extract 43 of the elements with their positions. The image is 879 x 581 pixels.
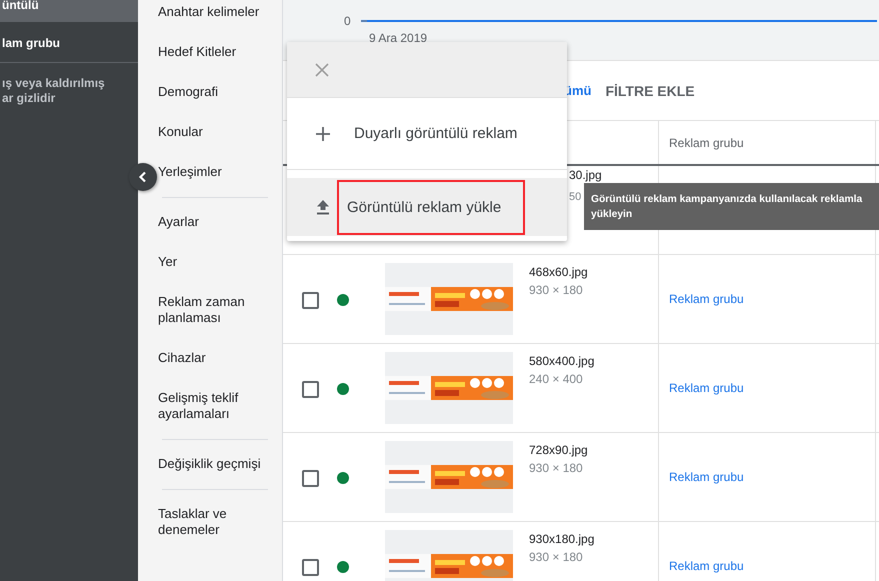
ad-group-link[interactable]: Reklam grubu [669, 559, 744, 573]
nav-link[interactable]: Konular [158, 124, 268, 140]
menu-item[interactable]: Görüntülü reklam yükle [287, 178, 567, 236]
file-name: 580x400.jpg [529, 353, 594, 370]
nav-link[interactable]: Yerleşimler [158, 164, 268, 180]
axis-label: 9 Ara 2019 [369, 31, 428, 45]
nav-link[interactable]: Gelişmiş teklif ayarlamaları [158, 390, 268, 422]
sidebar-note: ar gizlidir [2, 91, 56, 106]
chevron-left-icon [137, 171, 149, 183]
tooltip: Görüntülü reklam kampanyanızda kullanılacak reklamla yükleyin [584, 183, 879, 230]
plus-icon [315, 126, 331, 142]
add-filter-button[interactable]: FİLTRE EKLE [605, 82, 695, 98]
nav-link[interactable]: Anahtar kelimeler [158, 4, 268, 20]
image-size: 930 × 180 [529, 549, 584, 566]
sidebar-note: ış veya kaldırılmış [2, 76, 106, 91]
ad-group-link[interactable]: Reklam grubu [669, 381, 744, 395]
checkbox[interactable] [302, 292, 319, 309]
nav-link[interactable]: Reklam zaman planlaması [158, 294, 268, 326]
file-name: 930x180.jpg [529, 531, 594, 548]
image-size: 930 × 180 [529, 282, 584, 299]
axis-label: 0 [344, 14, 351, 28]
file-name: 468x60.jpg [529, 264, 588, 281]
sidebar-item[interactable]: üntülü [0, 0, 138, 22]
checkbox[interactable] [302, 559, 319, 576]
checkbox[interactable] [302, 381, 319, 398]
menu-item[interactable]: Duyarlı görüntülü reklam [287, 98, 567, 169]
nav-link[interactable]: Yer [158, 254, 268, 270]
nav-link[interactable]: Hedef Kitleler [158, 44, 268, 60]
ad-group-link[interactable]: Reklam grubu [669, 292, 744, 306]
nav-link[interactable]: Değişiklik geçmişi [158, 456, 268, 472]
nav-link[interactable]: Taslaklar ve denemeler [158, 506, 268, 538]
checkbox[interactable] [302, 470, 319, 487]
nav-link[interactable]: Cihazlar [158, 350, 268, 366]
file-name: 30.jpg [569, 168, 602, 182]
file-name: 728x90.jpg [529, 442, 588, 459]
ad-group-link[interactable]: Reklam grubu [669, 470, 744, 484]
upload-icon [315, 199, 331, 215]
image-size: 240 × 400 [529, 371, 584, 388]
nav-link[interactable]: Demografi [158, 84, 268, 100]
close-icon [315, 62, 329, 76]
image-size: 930 × 180 [529, 460, 584, 477]
nav-link[interactable]: Ayarlar [158, 214, 268, 230]
column-header[interactable]: Reklam grubu [659, 121, 876, 164]
